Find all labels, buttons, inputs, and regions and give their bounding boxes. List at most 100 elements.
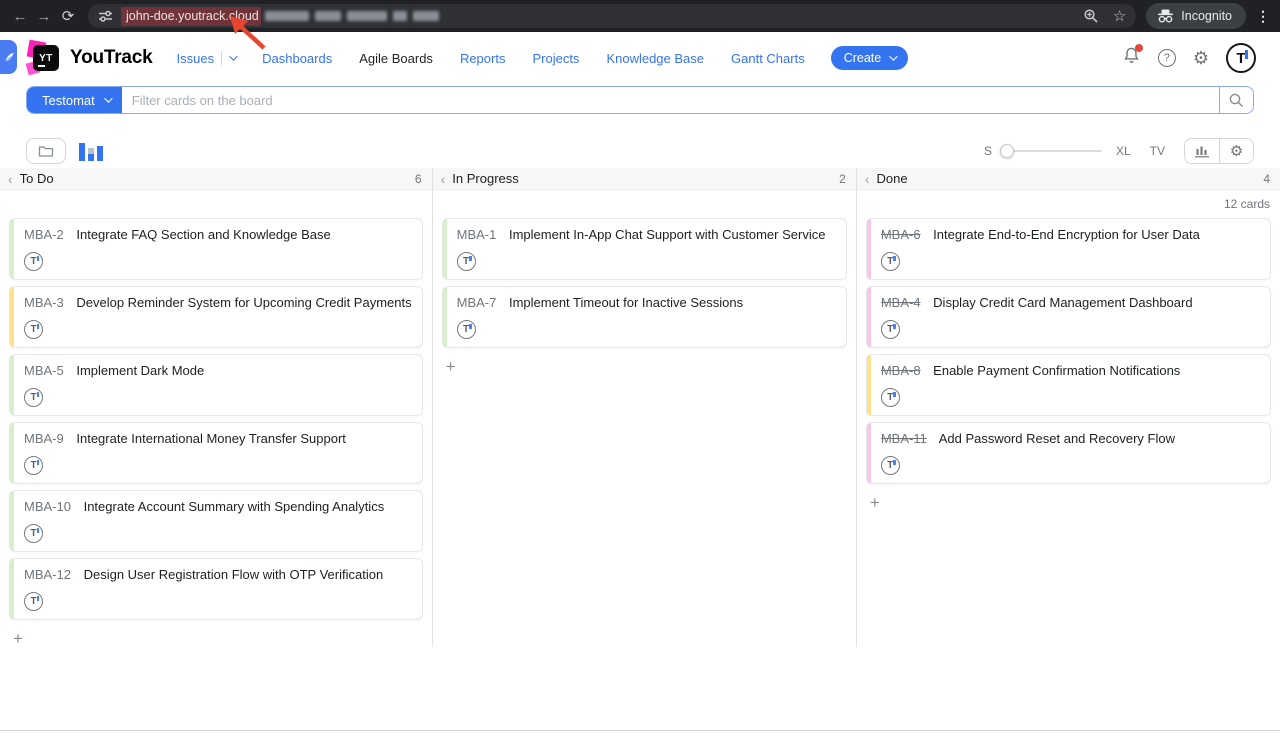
issue-card[interactable]: MBA-2 Integrate FAQ Section and Knowledg… <box>9 218 423 280</box>
issue-card[interactable]: MBA-7 Implement Timeout for Inactive Ses… <box>442 286 847 348</box>
add-card-button[interactable]: + <box>433 354 463 375</box>
chevron-down-icon[interactable] <box>229 52 237 60</box>
card-id[interactable]: MBA-4 <box>881 295 921 310</box>
create-button[interactable]: Create <box>831 46 909 70</box>
nav-label[interactable]: Agile Boards <box>359 51 433 66</box>
assignee-avatar[interactable]: T <box>24 524 43 543</box>
settings-gear-icon[interactable]: ⚙ <box>1193 49 1209 67</box>
nav-label[interactable]: Issues <box>177 51 215 66</box>
issue-card[interactable]: MBA-11 Add Password Reset and Recovery F… <box>866 422 1271 484</box>
card-title[interactable]: Design User Registration Flow with OTP V… <box>84 567 384 582</box>
zoom-icon[interactable] <box>1083 8 1099 24</box>
bookmark-star-icon[interactable]: ☆ <box>1113 7 1126 25</box>
card-id[interactable]: MBA-5 <box>24 363 64 378</box>
card-title[interactable]: Implement Dark Mode <box>76 363 204 378</box>
card-id[interactable]: MBA-3 <box>24 295 64 310</box>
filter-cards-input[interactable] <box>122 87 1219 113</box>
browser-reload-icon[interactable]: ⟳ <box>56 7 80 25</box>
search-button[interactable] <box>1219 87 1253 113</box>
backlog-folder-button[interactable] <box>26 138 66 164</box>
card-id[interactable]: MBA-2 <box>24 227 64 242</box>
help-icon[interactable]: ? <box>1158 49 1176 67</box>
assignee-avatar[interactable]: T <box>881 456 900 475</box>
board-column: ‹ To Do 6 MBA-2 Integrate FAQ Section an… <box>0 168 433 647</box>
card-id[interactable]: MBA-7 <box>457 295 497 310</box>
assignee-avatar[interactable]: T <box>24 320 43 339</box>
column-header[interactable]: ‹ In Progress 2 <box>433 168 856 190</box>
column-header[interactable]: ‹ Done 4 <box>857 168 1280 190</box>
tv-mode-button[interactable]: TV <box>1150 144 1165 158</box>
add-card-button[interactable]: + <box>857 490 887 511</box>
card-title[interactable]: Integrate FAQ Section and Knowledge Base <box>76 227 330 242</box>
issue-card[interactable]: MBA-8 Enable Payment Confirmation Notifi… <box>866 354 1271 416</box>
card-title[interactable]: Develop Reminder System for Upcoming Cre… <box>76 295 411 310</box>
collapse-column-icon[interactable]: ‹ <box>8 172 13 186</box>
assignee-avatar[interactable]: T <box>24 252 43 271</box>
collapse-column-icon[interactable]: ‹ <box>441 172 446 186</box>
notifications-bell-icon[interactable] <box>1122 46 1141 71</box>
issue-card[interactable]: MBA-6 Integrate End-to-End Encryption fo… <box>866 218 1271 280</box>
collapse-column-icon[interactable]: ‹ <box>865 172 870 186</box>
user-avatar[interactable]: T <box>1226 43 1256 73</box>
issue-card[interactable]: MBA-9 Integrate International Money Tran… <box>9 422 423 484</box>
browser-menu-icon[interactable]: ⋮ <box>1256 8 1270 25</box>
assignee-avatar[interactable]: T <box>881 252 900 271</box>
nav-dashboards[interactable]: Dashboards <box>262 51 332 66</box>
browser-back-icon[interactable]: ← <box>8 8 32 25</box>
board-selector-button[interactable]: Testomat <box>27 87 122 113</box>
card-id[interactable]: MBA-6 <box>881 227 921 242</box>
issue-card[interactable]: MBA-12 Design User Registration Flow wit… <box>9 558 423 620</box>
card-title[interactable]: Integrate International Money Transfer S… <box>76 431 346 446</box>
nav-projects[interactable]: Projects <box>532 51 579 66</box>
card-size-slider[interactable] <box>1002 150 1102 152</box>
add-card-button[interactable]: + <box>0 626 30 647</box>
nav-issues[interactable]: Issues <box>177 51 236 66</box>
nav-agile-boards[interactable]: Agile Boards <box>359 51 433 66</box>
column-count: 2 <box>839 172 846 186</box>
nav-knowledge-base[interactable]: Knowledge Base <box>606 51 704 66</box>
board-settings-button[interactable]: ⚙ <box>1219 139 1253 163</box>
nav-label[interactable]: Dashboards <box>262 51 332 66</box>
nav-label[interactable]: Knowledge Base <box>606 51 704 66</box>
card-id[interactable]: MBA-12 <box>24 567 71 582</box>
assignee-avatar[interactable]: T <box>24 388 43 407</box>
card-title[interactable]: Implement Timeout for Inactive Sessions <box>509 295 743 310</box>
site-settings-icon[interactable] <box>98 9 113 23</box>
card-title[interactable]: Implement In-App Chat Support with Custo… <box>509 227 825 242</box>
card-title[interactable]: Add Password Reset and Recovery Flow <box>939 431 1175 446</box>
card-id[interactable]: MBA-1 <box>457 227 497 242</box>
board-chart-button[interactable] <box>1185 139 1219 163</box>
assignee-avatar[interactable]: T <box>24 456 43 475</box>
column-header[interactable]: ‹ To Do 6 <box>0 168 432 190</box>
card-id[interactable]: MBA-8 <box>881 363 921 378</box>
assignee-avatar[interactable]: T <box>881 388 900 407</box>
assignee-avatar[interactable]: T <box>457 252 476 271</box>
card-title[interactable]: Integrate End-to-End Encryption for User… <box>933 227 1200 242</box>
chart-view-toggle[interactable] <box>79 141 103 161</box>
issue-card[interactable]: MBA-1 Implement In-App Chat Support with… <box>442 218 847 280</box>
nav-label[interactable]: Reports <box>460 51 506 66</box>
slider-knob[interactable] <box>1000 144 1014 158</box>
assignee-avatar[interactable]: T <box>457 320 476 339</box>
nav-gantt-charts[interactable]: Gantt Charts <box>731 51 805 66</box>
card-title[interactable]: Enable Payment Confirmation Notification… <box>933 363 1180 378</box>
card-id[interactable]: MBA-9 <box>24 431 64 446</box>
card-id[interactable]: MBA-11 <box>881 431 927 446</box>
card-title[interactable]: Integrate Account Summary with Spending … <box>84 499 385 514</box>
nav-reports[interactable]: Reports <box>460 51 506 66</box>
youtrack-logo[interactable]: YT YouTrack <box>30 43 153 73</box>
extension-sidebar-tab[interactable] <box>0 40 17 74</box>
card-id[interactable]: MBA-10 <box>24 499 71 514</box>
nav-label[interactable]: Gantt Charts <box>731 51 805 66</box>
issue-card[interactable]: MBA-10 Integrate Account Summary with Sp… <box>9 490 423 552</box>
issue-card[interactable]: MBA-3 Develop Reminder System for Upcomi… <box>9 286 423 348</box>
issue-card[interactable]: MBA-5 Implement Dark Mode T <box>9 354 423 416</box>
url-text[interactable]: john-doe.youtrack.cloud <box>121 7 261 26</box>
issue-card[interactable]: MBA-4 Display Credit Card Management Das… <box>866 286 1271 348</box>
address-bar[interactable]: john-doe.youtrack.cloud ☆ <box>88 4 1136 28</box>
browser-forward-icon[interactable]: → <box>32 8 56 25</box>
assignee-avatar[interactable]: T <box>881 320 900 339</box>
card-title[interactable]: Display Credit Card Management Dashboard <box>933 295 1192 310</box>
nav-label[interactable]: Projects <box>532 51 579 66</box>
assignee-avatar[interactable]: T <box>24 592 43 611</box>
